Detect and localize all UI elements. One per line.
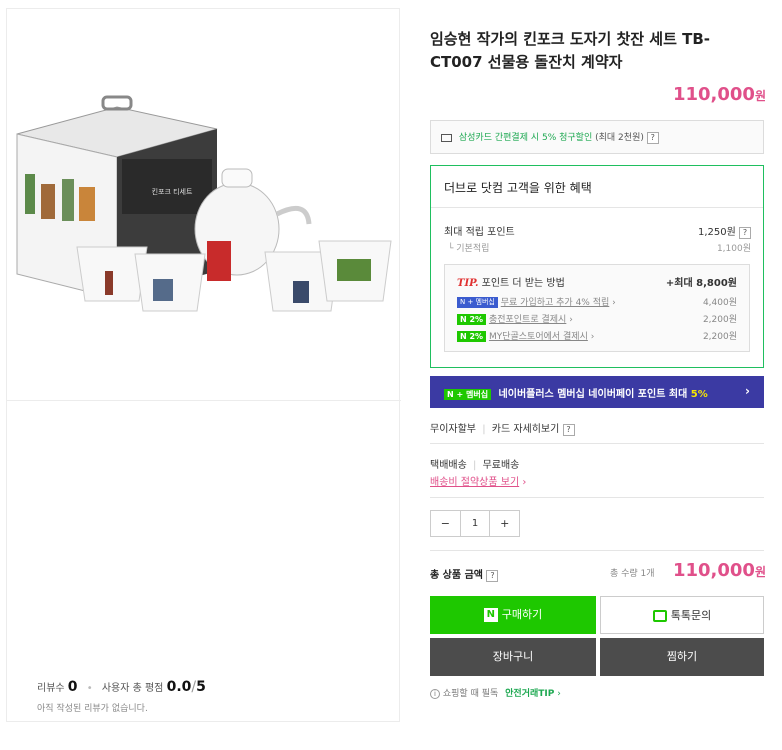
help-icon[interactable]: ? <box>739 227 751 239</box>
total-label-row: 총 상품 금액 ? <box>430 566 499 582</box>
cart-button[interactable]: 장바구니 <box>430 638 596 676</box>
membership-badge: N + 멤버십 <box>444 388 492 400</box>
card-detail-link[interactable]: 카드 자세히보기 <box>492 424 560 435</box>
product-price: 110,000원 <box>673 84 766 105</box>
shipping-fee: 무료배송 <box>482 460 520 471</box>
base-points-value: 1,100원 <box>716 244 751 254</box>
card-icon <box>441 133 452 142</box>
tea-set-illustration: 킨포크 티세트 <box>16 95 392 312</box>
total-label: 총 상품 금액 <box>430 570 483 581</box>
tip-row-value: 2,200원 <box>702 315 737 325</box>
review-count-label: 리뷰수 <box>37 683 65 694</box>
chevron-right-icon: › <box>745 384 750 398</box>
price-value: 110,000 <box>672 84 755 105</box>
minus-button[interactable]: − <box>431 511 460 536</box>
chat-icon <box>652 610 667 622</box>
product-title: 임승현 작가의 킨포크 도자기 찻잔 세트 TB-CT007 선물용 돌잔치 계… <box>430 30 711 71</box>
price-currency: 원 <box>754 89 766 103</box>
tip-title: 포인트 더 받는 방법 <box>481 278 565 289</box>
installment-label: 무이자할부 <box>430 424 476 435</box>
review-empty-text: 아직 작성된 리뷰가 없습니다. <box>37 704 148 714</box>
max-points-row: 최대 적립 포인트 1,250원 ? <box>444 223 751 239</box>
help-icon[interactable]: ? <box>646 132 659 144</box>
tip-row-text[interactable]: 충전포인트로 결제시 <box>489 315 566 325</box>
card-promo-note: (최대 2천원) <box>595 133 644 143</box>
benefit-box: 더브로 닷컴 고객을 위한 혜택 최대 적립 포인트 1,250원 ? └ 기본… <box>430 165 764 368</box>
total-price-value: 110,000 <box>672 560 755 581</box>
shipping-saving-link[interactable]: 배송비 절약상품 보기 › <box>430 473 526 488</box>
shipping-type: 택배배송 <box>430 460 467 471</box>
installment-row: 무이자할부 | 카드 자세히보기 ? <box>430 420 575 436</box>
tip-row-value: 2,200원 <box>702 332 737 342</box>
membership-banner[interactable]: N + 멤버십 네이버플러스 멤버십 네이버페이 포인트 최대 5% › <box>430 376 764 408</box>
shipping-row: 택배배송 | 무료배송 <box>430 460 520 471</box>
review-count: 0 <box>67 679 78 695</box>
card-promo-text: 삼성카드 간편결제 시 5% 청구할인 <box>458 133 593 143</box>
tip-row-text[interactable]: 무료 가입하고 추가 4% 적립 <box>501 298 610 308</box>
benefit-header: 더브로 닷컴 고객을 위한 혜택 <box>431 166 763 208</box>
quantity-stepper: − 1 + <box>430 510 520 537</box>
npay-badge: N 2% <box>457 331 487 342</box>
max-points-label: 최대 적립 포인트 <box>444 227 515 238</box>
product-gallery: 킨포크 티세트 리뷰수 0 • 사용자 총 평점 0.0/5 아직 작성된 리뷰… <box>6 8 401 722</box>
wish-button[interactable]: 찜하기 <box>600 638 764 676</box>
divider <box>430 550 764 551</box>
membership-badge: N + 멤버십 <box>457 297 498 308</box>
safe-trade-row: i 쇼핑할 때 필독 안전거래TIP › <box>430 686 561 699</box>
tip-row[interactable]: N + 멤버십 무료 가입하고 추가 4% 적립 › 4,400원 <box>457 295 737 308</box>
divider <box>430 443 764 444</box>
plus-button[interactable]: + <box>490 511 519 536</box>
tip-row-value: 4,400원 <box>702 298 737 308</box>
talk-label: 톡톡문의 <box>670 609 712 622</box>
card-promo[interactable]: 삼성카드 간편결제 시 5% 청구할인 (최대 2천원) ? <box>430 120 764 154</box>
divider <box>430 497 764 498</box>
help-icon[interactable]: ? <box>562 424 575 436</box>
rating-value: 0.0 <box>166 679 192 695</box>
tip-row[interactable]: N 2% MY단골스토어에서 결제시 › 2,200원 <box>457 329 737 342</box>
banner-percent: 5% <box>690 389 708 400</box>
info-icon: i <box>430 689 440 699</box>
review-summary: 리뷰수 0 • 사용자 총 평점 0.0/5 아직 작성된 리뷰가 없습니다. <box>37 679 206 714</box>
shipping-saving-text[interactable]: 배송비 절약상품 보기 <box>430 477 519 488</box>
rating-max: 5 <box>196 679 206 695</box>
product-image[interactable]: 킨포크 티세트 <box>7 9 401 401</box>
naver-n-icon: N <box>483 608 498 622</box>
tip-max: +최대 8,800원 <box>665 278 737 289</box>
safe-trade-note: 쇼핑할 때 필독 <box>442 689 499 699</box>
banner-text: 네이버플러스 멤버십 네이버페이 포인트 최대 <box>498 389 688 400</box>
tip-row-text[interactable]: MY단골스토어에서 결제시 <box>489 332 588 342</box>
total-price: 110,000원 <box>673 560 766 581</box>
quantity-input[interactable]: 1 <box>459 511 491 536</box>
buy-button[interactable]: N 구매하기 <box>430 596 596 634</box>
rating-label: 사용자 총 평점 <box>101 683 164 694</box>
total-price-currency: 원 <box>754 565 766 579</box>
svg-text:킨포크 티세트: 킨포크 티세트 <box>152 187 193 196</box>
base-points-label: 기본적립 <box>456 244 490 254</box>
npay-badge: N 2% <box>457 314 487 325</box>
buy-label: 구매하기 <box>501 608 543 621</box>
safe-trade-link[interactable]: 안전거래TIP <box>505 689 554 699</box>
total-qty: 총 수량 1개 <box>610 569 655 579</box>
help-icon[interactable]: ? <box>486 570 499 582</box>
max-points-value: 1,250원 <box>697 227 736 238</box>
tip-row[interactable]: N 2% 충전포인트로 결제시 › 2,200원 <box>457 312 737 325</box>
tip-box: TIP. 포인트 더 받는 방법 +최대 8,800원 N + 멤버십 무료 가… <box>444 264 750 352</box>
talk-button[interactable]: 톡톡문의 <box>600 596 764 634</box>
tip-label: TIP. <box>457 278 479 289</box>
base-points-row: └ 기본적립 1,100원 <box>444 241 751 254</box>
